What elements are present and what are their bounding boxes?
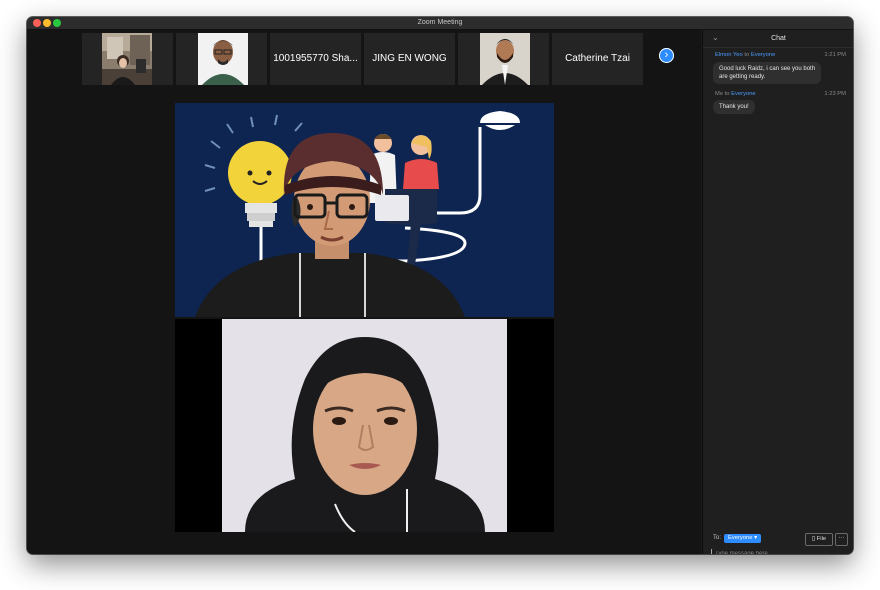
message-1-line-2: are getting ready. — [719, 74, 766, 80]
participant-tile-6[interactable]: Catherine Tzai — [552, 33, 643, 85]
file-icon: ▯ — [811, 536, 816, 542]
chat-panel: ⌄ Chat Elmon Yeo to Everyone 1:21 PM Goo… — [702, 30, 853, 554]
file-button-label: File — [816, 536, 827, 542]
chevron-right-icon: › — [664, 49, 669, 61]
message-1-to-word: to — [744, 52, 750, 58]
participant-video-5 — [480, 33, 530, 85]
message-1-recipient[interactable]: Everyone — [751, 52, 776, 58]
message-1-meta: Elmon Yeo to Everyone — [715, 52, 775, 58]
message-1-line-1: Good luck Raidz, i can see you both — [719, 66, 816, 72]
participant-name-4: JING EN WONG — [372, 53, 447, 64]
next-page-button[interactable]: › — [659, 48, 674, 63]
zoom-window: Zoom Meeting 1001955770 Sha... JING EN W… — [27, 17, 853, 554]
message-2-recipient[interactable]: Everyone — [731, 91, 756, 97]
message-2-bubble: Thank you! — [713, 100, 755, 114]
message-1-time: 1:21 PM — [824, 52, 846, 58]
chat-header: ⌄ Chat — [703, 30, 853, 48]
participant-name-6: Catherine Tzai — [565, 53, 630, 64]
chat-title: Chat — [771, 35, 786, 42]
chat-recipient-row: To: Everyone ▾ ▯ File ··· — [713, 533, 853, 546]
speaker-video-2 — [175, 319, 554, 532]
title-bar: Zoom Meeting — [27, 17, 853, 30]
participant-name-3: 1001955770 Sha... — [273, 53, 358, 64]
participant-tile-4[interactable]: JING EN WONG — [364, 33, 455, 85]
participant-tile-1[interactable] — [82, 33, 173, 85]
message-2-to-word: to — [724, 91, 730, 97]
participant-video-2 — [198, 33, 248, 85]
message-1-sender[interactable]: Elmon Yeo — [715, 52, 743, 58]
message-2-line-1: Thank you! — [719, 104, 749, 110]
message-2-time: 1:23 PM — [824, 91, 846, 97]
window-title: Zoom Meeting — [417, 19, 463, 26]
participant-video-1 — [102, 33, 152, 85]
meeting-area: 1001955770 Sha... JING EN WONG Catherine… — [27, 30, 701, 554]
message-1-bubble: Good luck Raidz, i can see you both are … — [713, 62, 822, 84]
more-options-button[interactable]: ··· — [835, 533, 848, 546]
chat-message-input[interactable] — [711, 549, 850, 554]
chevron-down-icon: ▾ — [754, 535, 758, 541]
message-2-sender: Me — [715, 91, 724, 97]
recipient-select[interactable]: Everyone ▾ — [724, 534, 762, 543]
recipient-select-value: Everyone — [728, 535, 753, 541]
participant-tile-3[interactable]: 1001955770 Sha... — [270, 33, 361, 85]
participant-tile-5[interactable] — [458, 33, 549, 85]
speaker-video-1 — [175, 103, 554, 317]
file-button[interactable]: ▯ File — [805, 533, 833, 546]
to-label: To: — [713, 535, 722, 541]
message-2-meta: Me to Everyone — [715, 91, 756, 97]
participant-tile-2[interactable] — [176, 33, 267, 85]
